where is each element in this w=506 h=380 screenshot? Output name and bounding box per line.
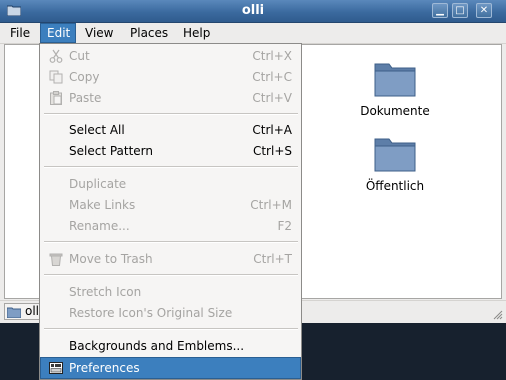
window-title: olli [241,3,265,18]
menu-item-accel: Ctrl+C [252,70,292,84]
menu-separator [44,166,298,168]
menu-item-accel: Ctrl+A [252,123,292,137]
folder-icon [374,138,416,172]
menu-item-label: Backgrounds and Emblems... [69,339,245,353]
menu-item-select-pattern[interactable]: Select Pattern Ctrl+S [41,141,300,162]
menu-item-backgrounds-emblems[interactable]: Backgrounds and Emblems... [41,336,300,357]
menu-separator [44,113,298,115]
menu-item-accel: Ctrl+T [253,252,292,266]
menu-item-label: Move to Trash [69,252,153,266]
folder-dokumente[interactable]: Dokumente [350,60,440,118]
edit-menu: Cut Ctrl+X Copy Ctrl+C Paste Ctrl+V Sele… [39,43,302,380]
menu-help[interactable]: Help [177,23,216,43]
menu-item-select-all[interactable]: Select All Ctrl+A [41,120,300,141]
scissors-icon [49,49,63,63]
title-bar[interactable]: olli ▁ □ ✕ [0,0,506,23]
menu-item-copy[interactable]: Copy Ctrl+C [41,67,300,88]
menu-item-cut[interactable]: Cut Ctrl+X [41,46,300,67]
menu-item-label: Stretch Icon [69,285,142,299]
menu-item-accel: F2 [277,219,292,233]
trash-icon [49,253,63,266]
menu-item-duplicate[interactable]: Duplicate [41,174,300,195]
folder-label: Dokumente [360,104,430,118]
menu-file[interactable]: File [4,23,36,43]
minimize-button[interactable]: ▁ [432,3,448,18]
menu-item-move-to-trash[interactable]: Move to Trash Ctrl+T [41,249,300,270]
menu-item-accel: Ctrl+S [252,144,292,158]
menu-separator [44,241,298,243]
close-button[interactable]: ✕ [476,3,492,18]
menu-item-label: Copy [69,70,100,84]
menu-item-rename[interactable]: Rename... F2 [41,216,300,237]
clipboard-icon [50,91,62,105]
menu-separator [44,328,298,330]
menu-edit[interactable]: Edit [40,23,76,43]
menu-separator [44,274,298,276]
menu-item-restore-icon-size[interactable]: Restore Icon's Original Size [41,303,300,324]
maximize-button[interactable]: □ [452,3,468,18]
folder-icon [374,63,416,97]
menu-item-label: Rename... [69,219,130,233]
menu-item-preferences[interactable]: Preferences [40,357,301,379]
folder-oeffentlich[interactable]: Öffentlich [350,135,440,193]
menu-item-label: Paste [69,91,102,105]
menu-item-label: Duplicate [69,177,127,191]
menu-item-label: Preferences [69,361,140,375]
menu-item-make-links[interactable]: Make Links Ctrl+M [41,195,300,216]
menu-places[interactable]: Places [124,23,174,43]
preferences-icon [49,362,63,374]
menu-item-label: Make Links [69,198,136,212]
folder-label: Öffentlich [365,179,425,193]
menu-view[interactable]: View [79,23,119,43]
menu-item-label: Restore Icon's Original Size [69,306,233,320]
menu-item-label: Select All [69,123,125,137]
menu-item-paste[interactable]: Paste Ctrl+V [41,88,300,109]
menu-item-accel: Ctrl+V [252,91,292,105]
menu-item-accel: Ctrl+M [250,198,292,212]
menu-item-stretch-icon[interactable]: Stretch Icon [41,282,300,303]
menu-item-accel: Ctrl+X [252,49,292,63]
menu-bar: File Edit View Places Help [0,23,506,44]
resize-grip-icon[interactable] [493,310,503,320]
menu-item-label: Cut [69,49,90,63]
copy-icon [49,70,63,84]
menu-item-label: Select Pattern [69,144,154,158]
folder-icon [7,307,21,318]
